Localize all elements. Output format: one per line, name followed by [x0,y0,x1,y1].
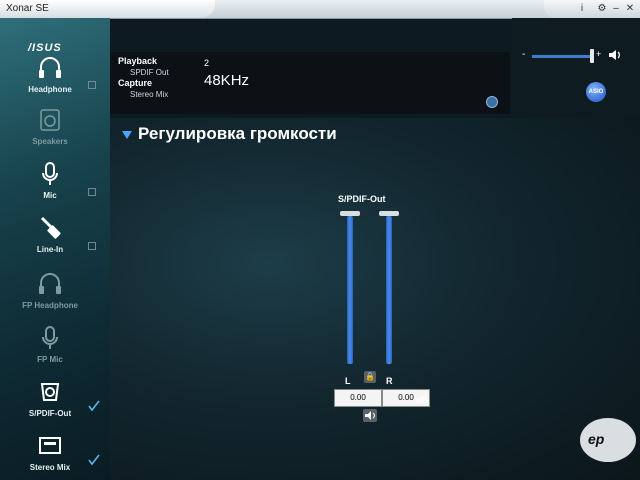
sidebar-item-spdif-out[interactable]: S/PDIF-Out [0,378,100,418]
headphone-icon [39,57,61,78]
sample-rate: 48KHz [204,72,250,89]
right-volume-thumb[interactable] [379,211,399,216]
lock-icon[interactable]: 🔒 [364,371,376,383]
left-volume-slider[interactable] [347,216,353,364]
fp-headphone-icon [39,273,61,294]
left-volume-thumb[interactable] [340,211,360,216]
line-in-checkbox[interactable] [88,242,96,250]
sidebar-item-label: Headphone [28,85,72,94]
channel-count: 2 [204,58,210,68]
right-volume-slider[interactable] [386,216,392,364]
master-minus: - [522,49,526,60]
close-button[interactable]: ✕ [622,2,638,15]
info-button[interactable]: i [574,2,590,15]
headphone-checkbox[interactable] [88,81,96,89]
sidebar-item-label: Speakers [32,137,68,146]
mute-speaker-icon[interactable] [363,409,377,422]
collapse-triangle-icon[interactable] [122,131,132,139]
volume-control-panel: Регулировка громкости S/PDIF-Out L 🔒 R 0… [110,118,640,480]
right-channel-label: R [386,376,393,386]
spdif-out-icon [40,383,60,401]
device-info-panel: Playback SPDIF Out Capture Stereo Mix 2 … [110,52,510,114]
playback-label: Playback [118,56,158,66]
sidebar-item-line-in[interactable]: Line-In [0,214,100,254]
section-title: Регулировка громкости [138,124,337,143]
capture-device: Stereo Mix [130,90,169,99]
sidebar-item-label: Stereo Mix [29,463,71,472]
line-in-plug-icon [40,216,61,239]
title-bar: Xonar SE i ⚙ – ✕ [0,0,640,19]
playback-device: SPDIF Out [130,68,169,77]
sidebar-item-label: S/PDIF-Out [28,409,72,418]
sidebar-item-label: FP Mic [37,355,63,364]
stereo-mix-checkmark-icon[interactable] [88,454,100,466]
device-sidebar: /ISUS Headphone Speakers Mic Line-In FP … [0,18,110,480]
sidebar-item-fp-headphone[interactable]: FP Headphone [0,270,100,310]
left-channel-label: L [345,376,351,386]
sidebar-item-stereo-mix[interactable]: Stereo Mix [0,432,100,472]
asio-button[interactable]: ASIO [586,82,606,102]
master-volume-slider[interactable] [532,55,592,58]
master-plus: + [596,49,602,59]
db-unit: dB [416,395,428,405]
stereo-mix-icon [39,437,61,454]
microphone-icon [42,162,58,185]
sidebar-item-mic[interactable]: Mic [0,160,100,200]
master-volume-thumb[interactable] [590,49,594,63]
watermark-text: ep [588,431,605,447]
master-volume-area: - + ASIO [512,18,640,118]
fp-mic-icon [42,326,58,349]
left-db-field[interactable]: 0.00 [334,389,382,407]
window-controls: i ⚙ – ✕ [544,0,640,18]
sidebar-item-label: Line-In [36,245,64,254]
mic-checkbox[interactable] [88,188,96,196]
watermark-logo: ep [580,418,636,462]
channel-title: S/PDIF-Out [338,194,386,204]
sidebar-item-speakers[interactable]: Speakers [0,106,100,146]
sidebar-item-label: FP Headphone [22,301,78,310]
sidebar-item-headphone[interactable]: Headphone [0,54,100,94]
asus-logo: /ISUS [28,42,62,54]
capture-label: Capture [118,78,153,88]
swap-device-icon[interactable] [486,96,498,108]
spdif-out-checkmark-icon[interactable] [88,400,100,412]
speaker-icon [40,109,60,131]
sidebar-item-label: Mic [43,191,57,200]
sidebar-item-fp-mic[interactable]: FP Mic [0,324,100,364]
speaker-volume-icon[interactable] [608,49,622,61]
window-title: Xonar SE [6,3,49,14]
